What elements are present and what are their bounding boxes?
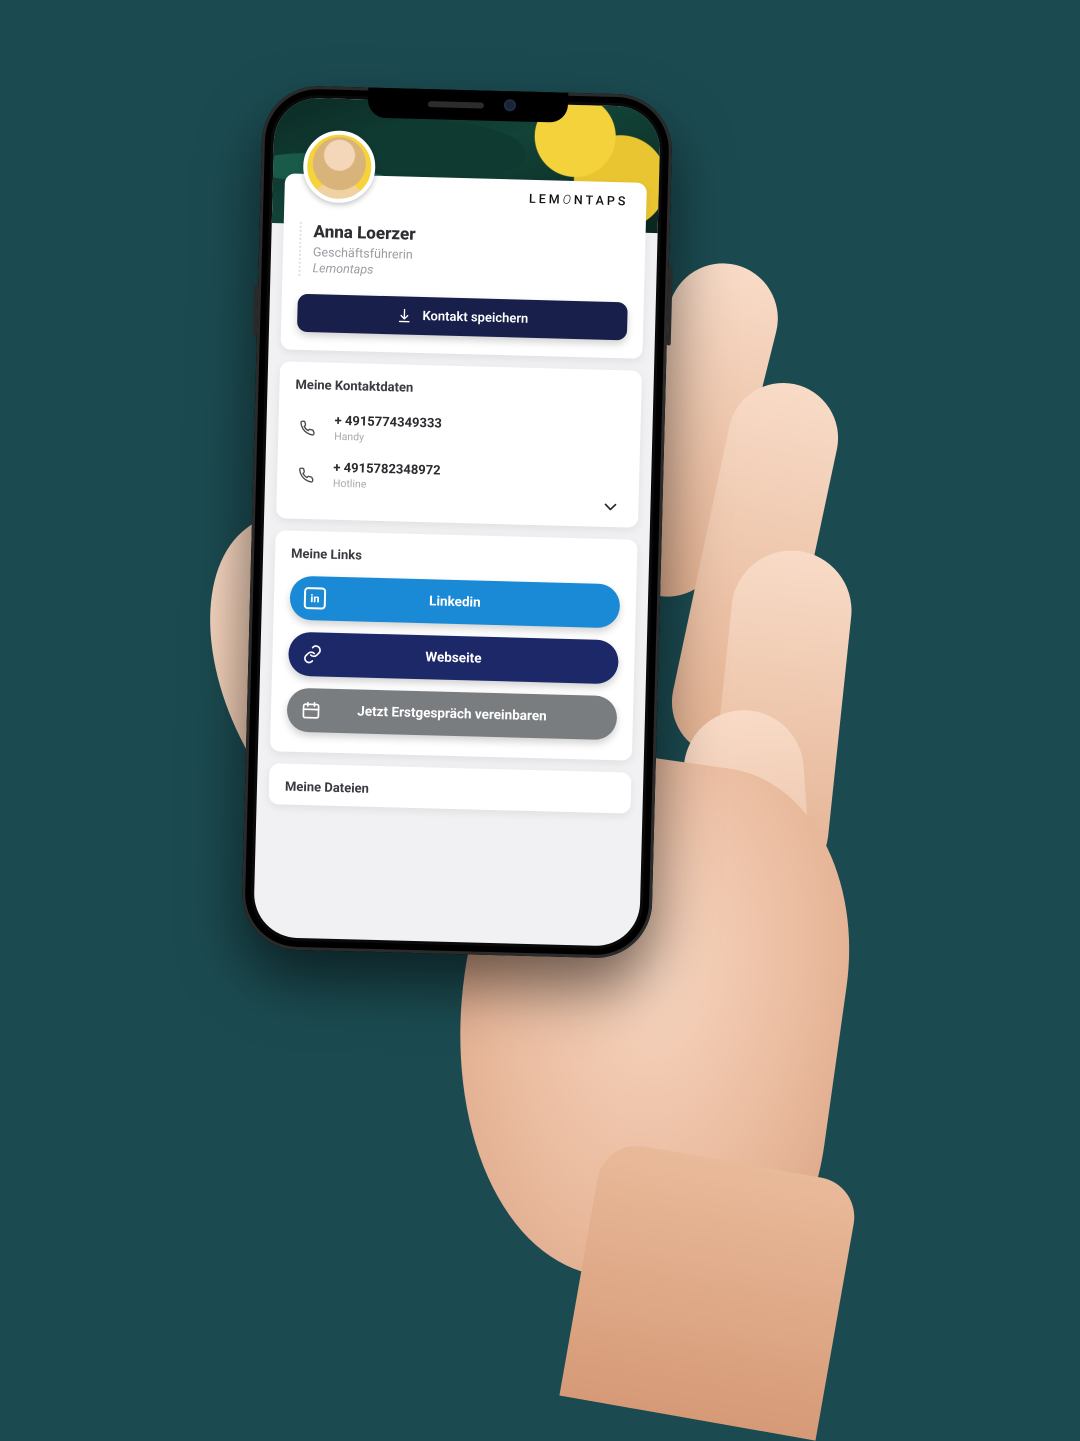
link-icon	[302, 644, 323, 665]
app-screen: LEMONTAPS Anna Loerzer Geschäftsführerin…	[253, 97, 661, 947]
contact-label: Hotline	[333, 477, 441, 493]
link-label: Webseite	[425, 649, 482, 666]
link-website-button[interactable]: Webseite	[288, 632, 619, 685]
files-card: Meine Dateien	[269, 763, 632, 813]
chevron-down-icon[interactable]	[600, 497, 621, 518]
contact-section-title: Meine Kontaktdaten	[295, 378, 625, 402]
links-card: Meine Links in Linkedin Webseite	[270, 530, 638, 760]
phone-icon	[293, 461, 320, 488]
contact-value: + 4915774349333	[334, 414, 442, 432]
link-label: Linkedin	[429, 593, 481, 610]
link-linkedin-button[interactable]: in Linkedin	[289, 576, 620, 629]
save-contact-label: Kontakt speichern	[422, 309, 528, 327]
phone-notch	[368, 88, 569, 123]
profile-card: LEMONTAPS Anna Loerzer Geschäftsführerin…	[280, 173, 646, 358]
phone-icon	[294, 414, 321, 441]
contact-label: Handy	[334, 430, 442, 446]
contact-row[interactable]: + 4915774349333 Handy	[294, 407, 625, 463]
files-section-title: Meine Dateien	[285, 780, 615, 804]
phone-mockup: LEMONTAPS Anna Loerzer Geschäftsführerin…	[241, 85, 673, 959]
avatar[interactable]	[302, 130, 376, 204]
contact-value: + 4915782348972	[333, 461, 441, 479]
link-meeting-button[interactable]: Jetzt Erstgespräch vereinbaren	[286, 688, 617, 741]
contact-row[interactable]: + 4915782348972 Hotline	[293, 454, 624, 510]
save-contact-button[interactable]: Kontakt speichern	[297, 294, 628, 341]
links-section-title: Meine Links	[291, 547, 621, 571]
profile-name-block: Anna Loerzer Geschäftsführerin Lemontaps	[298, 222, 629, 285]
brand-logo: LEMONTAPS	[529, 192, 629, 210]
linkedin-icon: in	[304, 587, 327, 610]
link-label: Jetzt Erstgespräch vereinbaren	[357, 703, 547, 724]
download-icon	[396, 307, 412, 323]
contact-card: Meine Kontaktdaten + 4915774349333 Handy…	[276, 361, 642, 527]
calendar-icon	[301, 700, 322, 721]
